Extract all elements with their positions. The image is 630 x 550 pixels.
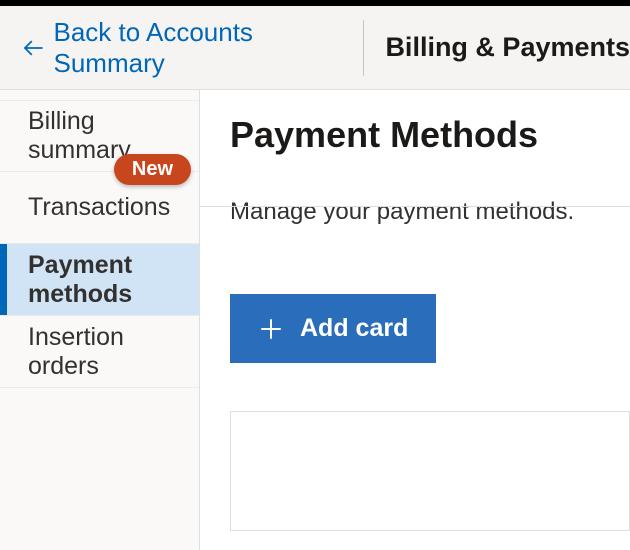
page-title: Payment Methods <box>230 114 630 156</box>
sidebar: Billing summary New Transactions Payment… <box>0 90 200 550</box>
header: Back to Accounts Summary Billing & Payme… <box>0 6 630 90</box>
header-title: Billing & Payments <box>385 32 630 63</box>
sidebar-item-label: Transactions <box>28 193 170 222</box>
sidebar-item-label: Payment methods <box>28 251 171 309</box>
sidebar-item-transactions[interactable]: New Transactions <box>0 172 199 244</box>
content: Billing summary New Transactions Payment… <box>0 90 630 550</box>
card-placeholder <box>230 411 630 531</box>
main-divider <box>200 206 630 207</box>
page-subtext: Manage your payment methods. <box>230 198 630 226</box>
plus-icon <box>258 316 284 342</box>
header-divider <box>363 20 364 76</box>
add-card-button-label: Add card <box>300 314 408 343</box>
sidebar-item-label: Insertion orders <box>28 323 171 381</box>
back-to-accounts-link[interactable]: Back to Accounts Summary <box>0 6 363 89</box>
back-link-label: Back to Accounts Summary <box>53 17 340 79</box>
add-card-button[interactable]: Add card <box>230 294 436 363</box>
new-badge: New <box>114 154 191 185</box>
main-panel: Payment Methods Manage your payment meth… <box>200 90 630 550</box>
arrow-left-icon <box>22 35 45 61</box>
sidebar-item-payment-methods[interactable]: Payment methods <box>0 244 199 316</box>
sidebar-item-insertion-orders[interactable]: Insertion orders <box>0 316 199 388</box>
